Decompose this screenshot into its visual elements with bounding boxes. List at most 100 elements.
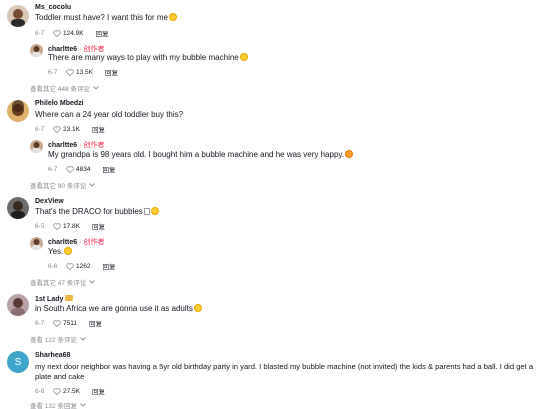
like-heart-icon[interactable]	[53, 29, 61, 37]
reply-text-body: My grandpa is 98 years old. I bought him…	[48, 150, 345, 159]
comment-meta: 6-5 17.8K 回复	[35, 221, 105, 232]
comment-date: 6-6	[35, 387, 45, 395]
like-heart-icon[interactable]	[66, 165, 74, 173]
crying-emoji-icon	[193, 304, 202, 312]
view-more-label: 查看 122 条评论	[30, 337, 77, 344]
chevron-down-icon	[80, 337, 86, 341]
reply-button[interactable]: 回复	[92, 386, 105, 396]
comment-text: Where can a 24 year old toddler buy this…	[35, 110, 184, 119]
like-count: 27.5K	[63, 387, 80, 395]
comment-meta: 6-7 7511 回复	[35, 318, 102, 329]
reply-username[interactable]: charltte6 · 创作者	[48, 237, 104, 247]
view-more-replies[interactable]: 查看其它 90 条评论	[30, 180, 96, 190]
reply-username[interactable]: charltte6 · 创作者	[48, 140, 104, 150]
reply-date: 6-6	[48, 262, 58, 270]
reply-text-body: There are many ways to play with my bubb…	[48, 53, 239, 62]
crying-laughing-emoji-icon	[239, 53, 248, 61]
reply-date: 6-7	[48, 165, 58, 173]
avatar[interactable]	[7, 294, 29, 316]
chevron-down-icon	[89, 183, 96, 187]
comment-date: 6-5	[35, 222, 45, 230]
comment-username[interactable]: Philelo Mbedzi	[35, 100, 84, 107]
comment-meta: 6-6 27.5K 回复	[35, 386, 105, 397]
reply-username-text: charltte6	[48, 142, 78, 149]
like-heart-icon[interactable]	[53, 319, 61, 327]
view-more-replies[interactable]: 查看其它 47 条评论	[30, 277, 96, 287]
reply-button[interactable]: 回复	[102, 261, 115, 271]
like-heart-icon[interactable]	[53, 222, 61, 230]
comment-text: That's the DRACO for bubbles	[35, 207, 159, 216]
reply-meta: 6-6 1262 回复	[48, 261, 115, 272]
like-heart-icon[interactable]	[53, 125, 61, 133]
reply-meta: 6-7 4834 回复	[48, 164, 115, 175]
reply-text-body: Yes.	[48, 247, 64, 256]
like-count: 7511	[63, 319, 77, 327]
reply-meta: 6-7 13.5K 回复	[48, 67, 118, 78]
view-more-label: 查看 132 条回复	[30, 403, 77, 409]
avatar[interactable]	[30, 140, 43, 153]
avatar[interactable]	[7, 100, 29, 122]
like-count: 4834	[76, 165, 91, 173]
smiling-emoji-icon	[345, 150, 354, 158]
comment-text-body: Toddler must have? I want this for me	[35, 13, 168, 22]
comment-date: 6-7	[35, 319, 45, 327]
reply-username-text: charltte6	[48, 239, 78, 246]
comment-username[interactable]: DexView	[35, 198, 64, 205]
view-more-replies[interactable]: 查看其它 448 条评论	[30, 83, 99, 93]
unknown-glyph-icon	[143, 208, 150, 215]
creator-tag: · 创作者	[79, 239, 105, 246]
creator-tag: · 创作者	[79, 142, 105, 149]
comment-meta: 6-7 23.1K 回复	[35, 124, 105, 135]
view-more-label: 查看其它 448 条评论	[30, 86, 90, 93]
reply-button[interactable]: 回复	[102, 164, 115, 174]
like-count: 13.5K	[76, 68, 93, 76]
reply-button[interactable]: 回复	[92, 124, 105, 134]
reply-username-text: charltte6	[48, 46, 78, 53]
comment-username[interactable]: Ms_cocolu	[35, 4, 71, 11]
like-heart-icon[interactable]	[53, 387, 61, 395]
creator-tag: · 创作者	[79, 46, 105, 53]
like-heart-icon[interactable]	[66, 68, 74, 76]
reply-button[interactable]: 回复	[89, 318, 102, 328]
reply-date: 6-7	[48, 68, 58, 76]
avatar[interactable]	[7, 197, 29, 219]
crying-laughing-emoji-icon	[150, 207, 159, 215]
avatar[interactable]	[30, 44, 43, 57]
comment-text-body: That's the DRACO for bubbles	[35, 207, 143, 216]
chevron-down-icon	[89, 280, 96, 284]
avatar[interactable]: S	[7, 351, 29, 373]
comment-username[interactable]: Sharhea68	[35, 352, 70, 359]
view-more-label: 查看其它 47 条评论	[30, 280, 87, 287]
crown-badge-icon	[65, 295, 74, 301]
like-heart-icon[interactable]	[66, 262, 74, 270]
view-more-label: 查看其它 90 条评论	[30, 183, 87, 190]
chevron-down-icon	[80, 403, 86, 407]
avatar-letter: S	[14, 356, 22, 368]
reply-button[interactable]: 回复	[105, 67, 118, 77]
avatar[interactable]	[7, 5, 29, 27]
chevron-down-icon	[93, 86, 99, 90]
comment-text-body: in South Africa we are gonna use it as a…	[35, 304, 193, 313]
comment-date: 6-7	[35, 125, 45, 133]
like-count: 23.1K	[63, 125, 80, 133]
comment-username-text: 1st Lady	[35, 296, 64, 303]
like-count: 124.9K	[63, 29, 84, 37]
comment-text-line-2: plate and cake	[35, 372, 85, 381]
avatar[interactable]	[30, 237, 43, 250]
comment-username[interactable]: 1st Lady	[35, 295, 74, 303]
reply-button[interactable]: 回复	[96, 28, 109, 38]
comment-meta: 6-7 124.9K 回复	[35, 28, 109, 39]
view-more-replies[interactable]: 查看 122 条评论	[30, 334, 86, 344]
crying-laughing-emoji-icon	[64, 247, 73, 255]
comment-text: in South Africa we are gonna use it as a…	[35, 304, 202, 313]
view-more-replies[interactable]: 查看 132 条回复	[30, 400, 86, 409]
comment-date: 6-7	[35, 29, 45, 37]
reply-text: There are many ways to play with my bubb…	[48, 53, 248, 62]
reply-text: Yes.	[48, 247, 73, 256]
like-count: 17.8K	[63, 222, 80, 230]
like-count: 1262	[76, 262, 91, 270]
crying-laughing-emoji-icon	[168, 13, 177, 21]
reply-text: My grandpa is 98 years old. I bought him…	[48, 150, 354, 159]
reply-button[interactable]: 回复	[92, 221, 105, 231]
comment-text: Toddler must have? I want this for me	[35, 13, 177, 22]
